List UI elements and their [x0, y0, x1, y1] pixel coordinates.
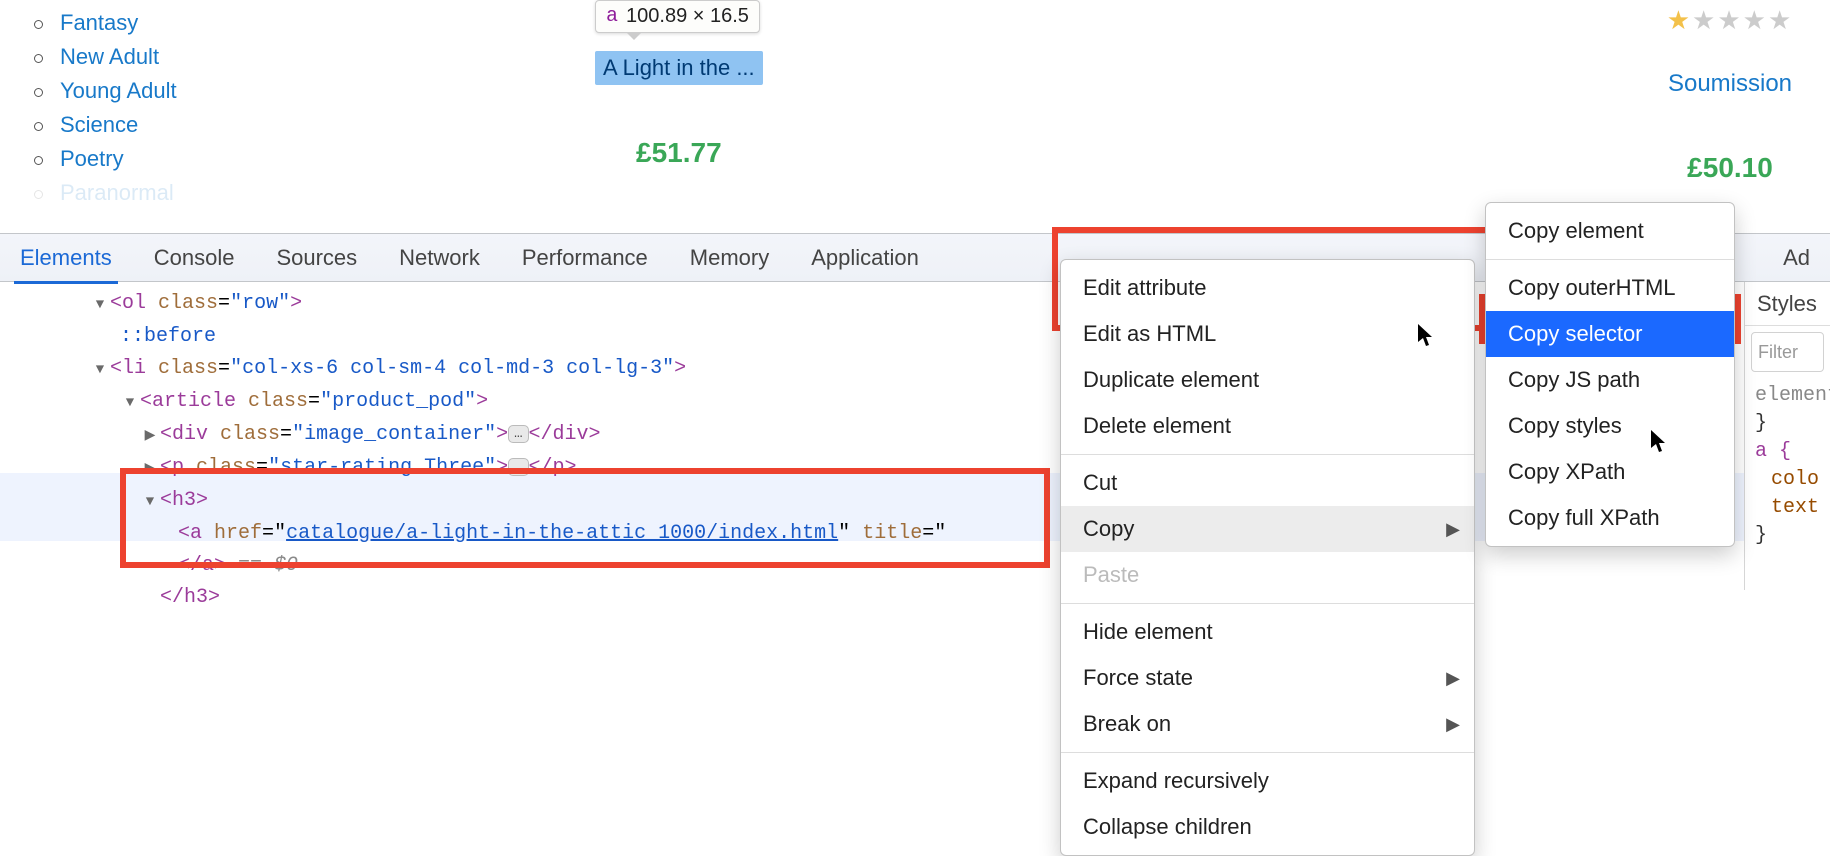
- styles-rules: element } a { colo text }: [1745, 378, 1830, 554]
- sidebar-item[interactable]: Poetry: [20, 146, 177, 172]
- ctx-edit-as-html[interactable]: Edit as HTML: [1061, 311, 1474, 357]
- product-card-left: a 100.89 × 16.5 A Light in the ... £51.7…: [595, 0, 763, 169]
- css-brace: }: [1755, 522, 1826, 550]
- ctx-separator: [1061, 454, 1474, 455]
- sidebar-item[interactable]: Young Adult: [20, 78, 177, 104]
- css-property[interactable]: colo: [1755, 466, 1826, 494]
- ctx-force-state[interactable]: Force state ▶: [1061, 655, 1474, 701]
- sidebar-item[interactable]: New Adult: [20, 44, 177, 70]
- ellipsis-icon[interactable]: …: [508, 425, 528, 443]
- ctx-copy-styles[interactable]: Copy styles: [1486, 403, 1734, 449]
- ctx-copy-label: Copy: [1083, 516, 1134, 541]
- copy-submenu[interactable]: Copy element Copy outerHTML Copy selecto…: [1485, 202, 1735, 547]
- ctx-separator: [1486, 259, 1734, 260]
- styles-filter-input[interactable]: Filter: [1751, 332, 1824, 372]
- tab-network[interactable]: Network: [399, 245, 480, 271]
- tooltip-tag: a: [606, 5, 618, 28]
- ctx-delete-element[interactable]: Delete element: [1061, 403, 1474, 449]
- tooltip-dimensions: 100.89 × 16.5: [626, 5, 749, 28]
- ctx-copy-xpath[interactable]: Copy XPath: [1486, 449, 1734, 495]
- element-inspect-tooltip: a 100.89 × 16.5: [595, 0, 760, 33]
- css-selector: a {: [1755, 438, 1826, 466]
- css-selector: element: [1755, 384, 1830, 407]
- ctx-edit-attribute[interactable]: Edit attribute: [1061, 265, 1474, 311]
- ctx-separator: [1061, 752, 1474, 753]
- chevron-right-icon: ▶: [1446, 513, 1460, 545]
- selected-link-text[interactable]: A Light in the ...: [595, 51, 763, 85]
- ctx-copy-selector[interactable]: Copy selector: [1486, 311, 1734, 357]
- ctx-cut[interactable]: Cut: [1061, 460, 1474, 506]
- page-content-area: Fantasy New Adult Young Adult Science Po…: [0, 0, 1830, 232]
- ctx-copy-outerhtml[interactable]: Copy outerHTML: [1486, 265, 1734, 311]
- sidebar-item[interactable]: Fantasy: [20, 10, 177, 36]
- ctx-separator: [1061, 603, 1474, 604]
- devtools-panel: Elements Console Sources Network Perform…: [0, 233, 1830, 590]
- chevron-right-icon: ▶: [1446, 708, 1460, 740]
- ctx-label: Break on: [1083, 711, 1171, 736]
- tab-elements[interactable]: Elements: [20, 245, 112, 271]
- context-menu[interactable]: Edit attribute Edit as HTML Duplicate el…: [1060, 259, 1475, 856]
- ctx-expand-recursively[interactable]: Expand recursively: [1061, 758, 1474, 804]
- ellipsis-icon[interactable]: …: [508, 458, 528, 476]
- tab-styles[interactable]: Styles: [1757, 288, 1817, 320]
- tab-sources[interactable]: Sources: [276, 245, 357, 271]
- category-sidebar: Fantasy New Adult Young Adult Science Po…: [20, 0, 177, 214]
- ctx-copy-js-path[interactable]: Copy JS path: [1486, 357, 1734, 403]
- css-brace: }: [1755, 410, 1826, 438]
- ctx-collapse-children[interactable]: Collapse children: [1061, 804, 1474, 850]
- category-link[interactable]: Science: [60, 112, 138, 137]
- product-price: £50.10: [1630, 152, 1830, 184]
- product-card-right: ★★★★★ Soumission £50.10: [1630, 0, 1830, 184]
- tab-console[interactable]: Console: [154, 245, 235, 271]
- category-link[interactable]: Paranormal: [60, 180, 174, 205]
- styles-tabs: Styles: [1745, 282, 1830, 326]
- category-link[interactable]: Fantasy: [60, 10, 138, 35]
- tab-truncated[interactable]: Ad: [1783, 245, 1810, 271]
- sidebar-item[interactable]: Science: [20, 112, 177, 138]
- sidebar-item[interactable]: Paranormal: [20, 180, 177, 206]
- product-price: £51.77: [595, 137, 763, 169]
- ctx-label: Force state: [1083, 665, 1193, 690]
- tab-memory[interactable]: Memory: [690, 245, 769, 271]
- ctx-duplicate-element[interactable]: Duplicate element: [1061, 357, 1474, 403]
- star-rating: ★★★★★: [1630, 5, 1830, 36]
- chevron-right-icon: ▶: [1446, 662, 1460, 694]
- ctx-paste[interactable]: Paste: [1061, 552, 1474, 598]
- ctx-break-on[interactable]: Break on ▶: [1061, 701, 1474, 747]
- styles-sidebar: Styles Filter element } a { colo text }: [1744, 282, 1830, 590]
- ctx-copy-full-xpath[interactable]: Copy full XPath: [1486, 495, 1734, 541]
- category-link[interactable]: Poetry: [60, 146, 124, 171]
- product-title-link[interactable]: Soumission: [1630, 70, 1830, 98]
- ctx-copy-element[interactable]: Copy element: [1486, 208, 1734, 254]
- tab-application[interactable]: Application: [811, 245, 919, 271]
- ctx-copy[interactable]: Copy ▶: [1061, 506, 1474, 552]
- devtools-body: ▼<ol class="row"> ::before ▼<li class="c…: [0, 282, 1830, 590]
- css-property[interactable]: text: [1755, 494, 1826, 522]
- category-link[interactable]: New Adult: [60, 44, 159, 69]
- mouse-cursor-icon: [1418, 324, 1436, 353]
- category-link[interactable]: Young Adult: [60, 78, 177, 103]
- ctx-hide-element[interactable]: Hide element: [1061, 609, 1474, 655]
- tab-performance[interactable]: Performance: [522, 245, 648, 271]
